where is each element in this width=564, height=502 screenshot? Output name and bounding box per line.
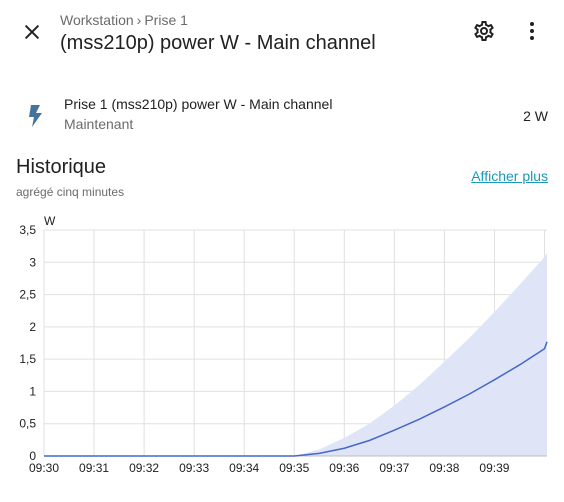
y-tick-label: 3 bbox=[29, 255, 36, 269]
y-tick-label: 1,5 bbox=[19, 352, 36, 366]
x-tick-label: 09:30 bbox=[29, 461, 59, 475]
close-icon bbox=[25, 25, 39, 39]
page-title: (mss210p) power W - Main channel bbox=[60, 32, 376, 54]
entity-state-row: Prise 1 (mss210p) power W - Main channel… bbox=[0, 92, 564, 138]
settings-button[interactable] bbox=[470, 17, 498, 45]
x-tick-label: 09:34 bbox=[229, 461, 259, 475]
y-tick-label: 2,5 bbox=[19, 288, 36, 302]
history-chart-svg: 00,511,522,533,509:30 09:31 09:32 09:33 09:3… bbox=[19, 214, 548, 475]
x-tick-label: 09:32 bbox=[129, 461, 159, 475]
flash-icon bbox=[29, 105, 42, 127]
x-tick-label: 09:33 bbox=[179, 461, 209, 475]
x-tick-label: 09:38 bbox=[429, 461, 459, 475]
y-axis-label: W bbox=[44, 214, 56, 228]
x-tick-label: 09:37 bbox=[379, 461, 409, 475]
gear-icon bbox=[474, 21, 494, 41]
breadcrumb-item-prise[interactable]: Prise 1 bbox=[144, 11, 188, 29]
dialog-header: Workstation › Prise 1 (mss210p) power W … bbox=[0, 0, 564, 64]
close-button[interactable] bbox=[16, 16, 48, 48]
y-tick-label: 1 bbox=[29, 384, 36, 398]
y-tick-label: 0,5 bbox=[19, 417, 36, 431]
range-band bbox=[44, 252, 547, 456]
x-tick-label: 09:39 bbox=[479, 461, 509, 475]
dots-vertical-icon bbox=[530, 22, 534, 40]
breadcrumb-separator: › bbox=[136, 12, 142, 28]
breadcrumb-item-workstation[interactable]: Workstation bbox=[60, 11, 134, 29]
history-title: Historique bbox=[16, 156, 107, 178]
x-tick-label: 09:35 bbox=[279, 461, 309, 475]
history-subtitle: agrégé cinq minutes bbox=[16, 185, 125, 199]
header-titles: Workstation › Prise 1 (mss210p) power W … bbox=[60, 11, 376, 56]
show-more-link[interactable]: Afficher plus bbox=[471, 167, 548, 185]
entity-name: Prise 1 (mss210p) power W - Main channel bbox=[64, 96, 333, 112]
y-tick-label: 3,5 bbox=[19, 223, 36, 237]
x-tick-label: 09:31 bbox=[79, 461, 109, 475]
entity-value: 2 W bbox=[523, 108, 548, 124]
history-chart: 0 0,5 1 1,5 2 2,5 3 3,5 09:30 09:31 09:32 09:33 09:3… bbox=[0, 210, 564, 502]
breadcrumb: Workstation › Prise 1 bbox=[60, 11, 376, 29]
more-menu-button[interactable] bbox=[518, 17, 546, 45]
y-tick-label: 2 bbox=[29, 320, 36, 334]
entity-last-changed: Maintenant bbox=[64, 116, 134, 132]
x-tick-label: 09:36 bbox=[329, 461, 359, 475]
